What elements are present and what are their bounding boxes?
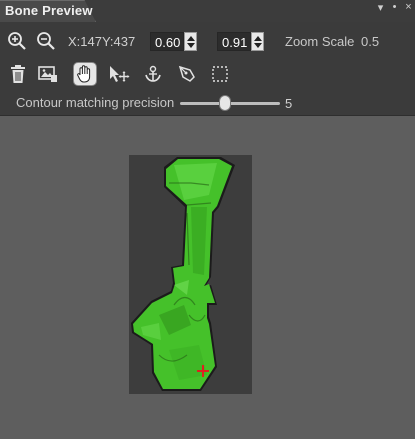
zoom-scale-value: 0.5 bbox=[361, 34, 380, 49]
pin-icon[interactable]: • bbox=[390, 1, 399, 14]
precision-value: 5 bbox=[285, 96, 293, 111]
increment-icon[interactable] bbox=[253, 35, 262, 41]
zoom-row: X:147Y:437 0.60 0.91 Zoom Scale 0.5 bbox=[0, 28, 415, 54]
texture-preview-box bbox=[129, 155, 252, 394]
dropdown-icon[interactable]: ▾ bbox=[376, 1, 385, 14]
zoom-scale-label: Zoom Scale bbox=[285, 34, 355, 49]
image-tool[interactable] bbox=[36, 62, 60, 86]
select-rect-icon bbox=[212, 66, 228, 82]
value-b-spinbox[interactable]: 0.91 bbox=[217, 32, 265, 51]
pen-icon bbox=[178, 65, 195, 82]
value-b-stepper[interactable] bbox=[251, 32, 265, 51]
move-arrow-icon bbox=[110, 66, 130, 82]
precision-row: Contour matching precision 5 bbox=[0, 93, 415, 113]
panel-title: Bone Preview bbox=[5, 3, 93, 18]
decrement-icon[interactable] bbox=[253, 42, 262, 48]
increment-icon[interactable] bbox=[186, 35, 195, 41]
tool-row bbox=[0, 60, 415, 88]
precision-label: Contour matching precision bbox=[16, 95, 175, 110]
bone-texture-preview bbox=[131, 157, 235, 391]
close-icon[interactable]: × bbox=[404, 1, 413, 14]
pan-tool[interactable] bbox=[73, 62, 97, 86]
value-a-field[interactable]: 0.60 bbox=[150, 32, 185, 51]
toolbar: X:147Y:437 0.60 0.91 Zoom Scale 0.5 Cont… bbox=[0, 22, 415, 116]
decrement-icon[interactable] bbox=[186, 42, 195, 48]
preview-canvas[interactable] bbox=[0, 117, 415, 439]
cursor-coordinates: X:147Y:437 bbox=[68, 34, 136, 49]
precision-slider-thumb[interactable] bbox=[219, 95, 231, 111]
panel-titlebar: Bone Preview ▾ • × bbox=[0, 0, 415, 22]
bone-tool[interactable] bbox=[141, 62, 165, 86]
window-controls: ▾ • × bbox=[376, 1, 413, 14]
value-a-stepper[interactable] bbox=[184, 32, 198, 51]
value-a-spinbox[interactable]: 0.60 bbox=[150, 32, 198, 51]
value-b-field[interactable]: 0.91 bbox=[217, 32, 252, 51]
image-icon bbox=[38, 66, 57, 82]
zoom-out-icon[interactable] bbox=[36, 31, 56, 51]
pen-tool[interactable] bbox=[175, 62, 199, 86]
trash-icon bbox=[11, 65, 25, 83]
zoom-in-icon[interactable] bbox=[7, 31, 27, 51]
delete-tool[interactable] bbox=[6, 62, 30, 86]
move-tool[interactable] bbox=[107, 62, 131, 86]
select-rect-tool[interactable] bbox=[208, 62, 232, 86]
bone-anchor-icon bbox=[145, 65, 161, 82]
hand-pan-icon bbox=[77, 65, 91, 83]
